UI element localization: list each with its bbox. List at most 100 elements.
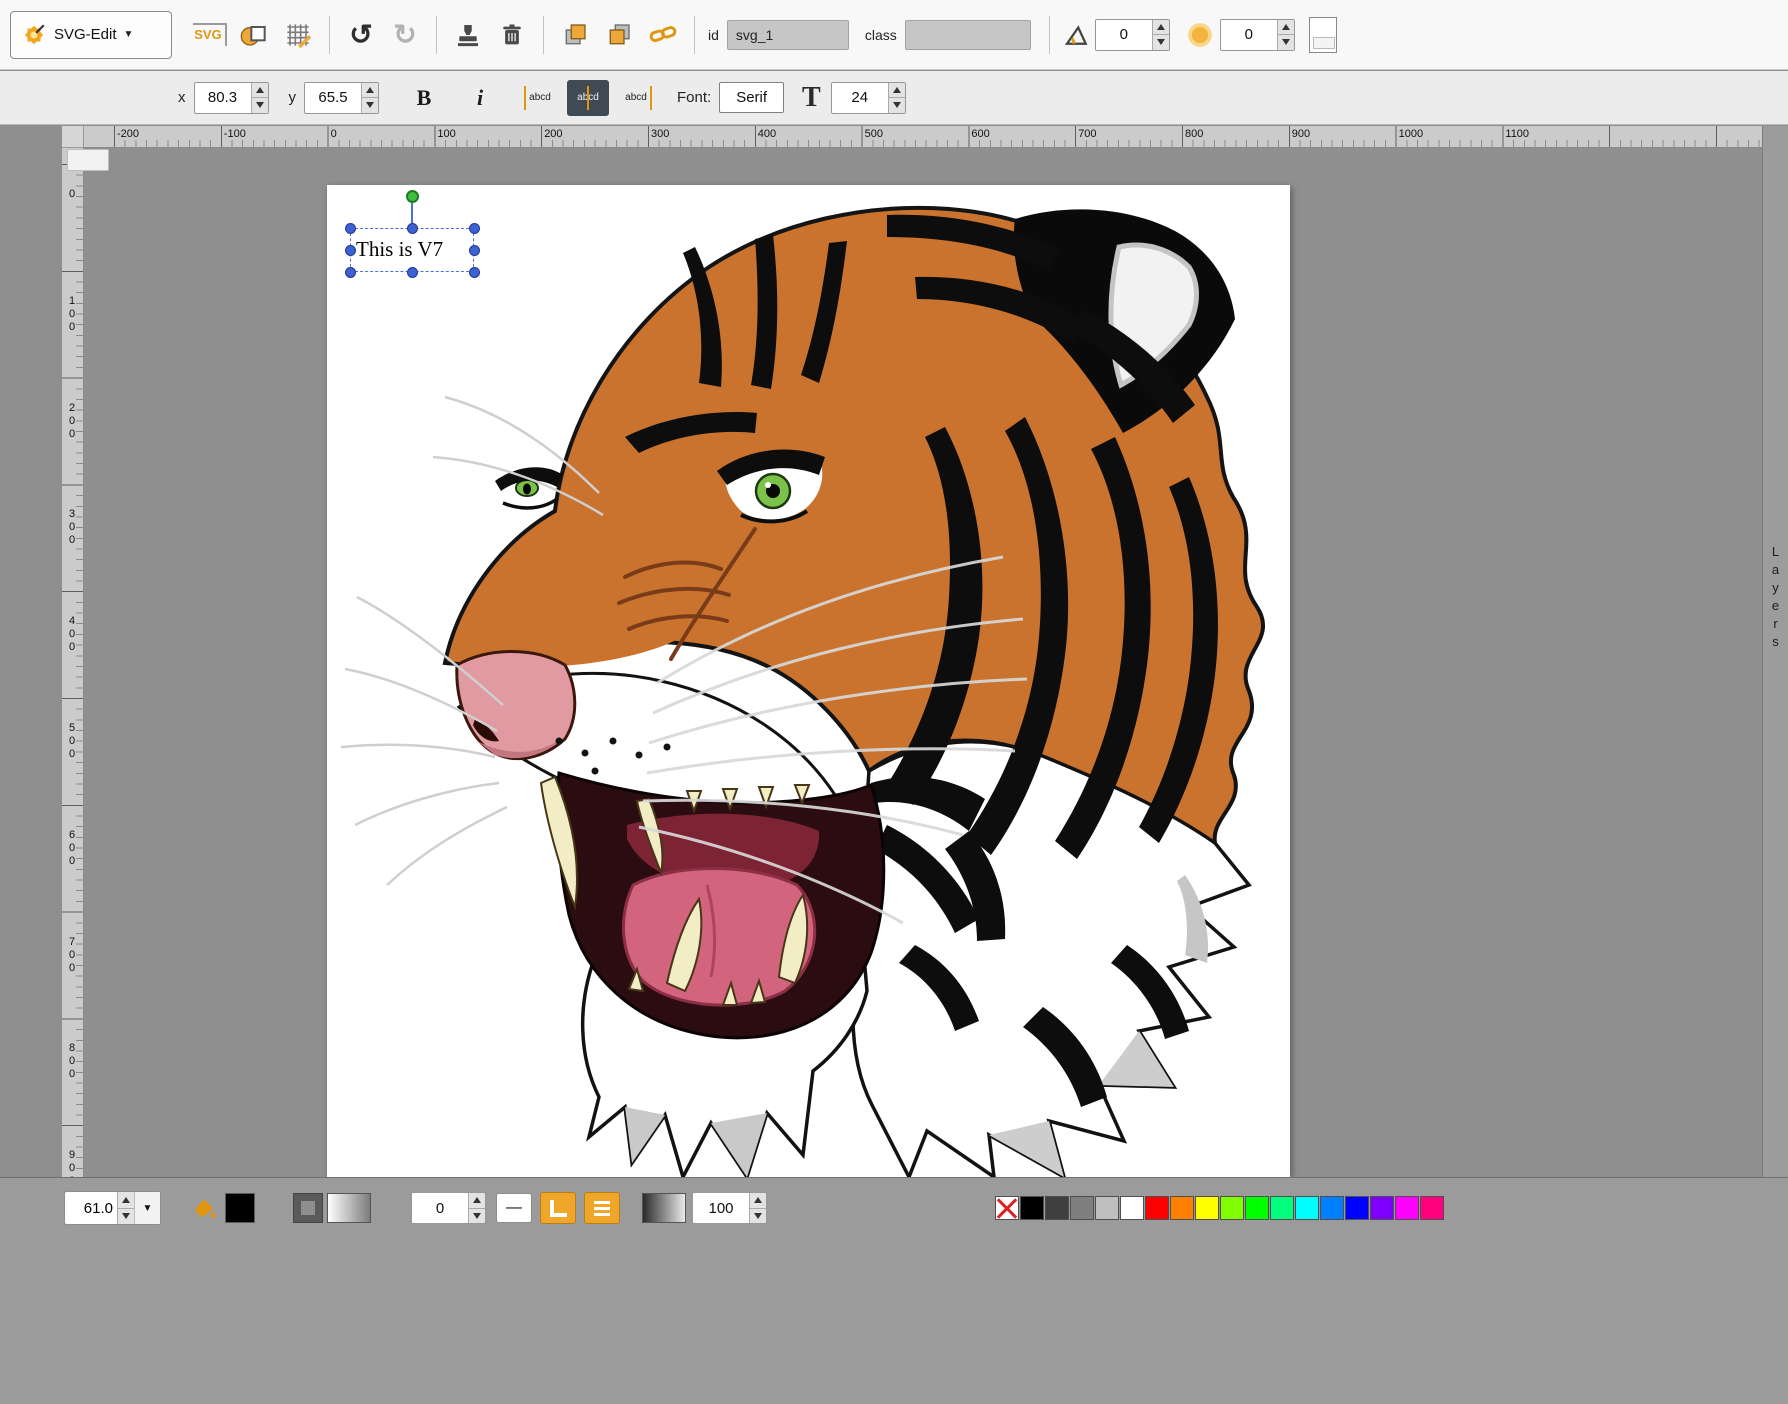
selection-handle-n[interactable]	[407, 223, 418, 234]
spin-up-button[interactable]	[252, 83, 268, 98]
spin-down-button[interactable]	[889, 97, 905, 113]
main-menu-button[interactable]: SVG-Edit ▼	[10, 11, 172, 59]
current-color-indicator[interactable]	[1309, 17, 1337, 53]
move-top-icon	[604, 20, 634, 50]
selection-handle-ne[interactable]	[469, 223, 480, 234]
palette-swatch[interactable]	[1045, 1196, 1069, 1220]
blur-field	[1220, 19, 1295, 51]
selection-handle-s[interactable]	[407, 267, 418, 278]
palette-swatch[interactable]	[1370, 1196, 1394, 1220]
spin-down-button[interactable]	[362, 97, 378, 113]
spin-up-button[interactable]	[362, 83, 378, 98]
ruler-top-label: 500	[865, 128, 883, 140]
grid-button[interactable]	[276, 13, 320, 57]
source-editor-button[interactable]: SVG	[188, 13, 232, 57]
fill-bucket-icon[interactable]	[189, 1193, 219, 1223]
palette-swatch[interactable]	[1320, 1196, 1344, 1220]
chevron-down-icon: ▼	[124, 29, 134, 40]
selection-handle-w[interactable]	[345, 245, 356, 256]
palette-swatch-none[interactable]	[995, 1196, 1019, 1220]
palette-swatch[interactable]	[1020, 1196, 1044, 1220]
palette-swatch[interactable]	[1120, 1196, 1144, 1220]
svg-canvas[interactable]: This is V7	[327, 185, 1290, 1177]
zoom-spinner	[117, 1192, 134, 1224]
spin-down-button[interactable]	[469, 1208, 485, 1224]
font-label: Font:	[677, 89, 711, 106]
spin-down-button[interactable]	[252, 97, 268, 113]
bold-button[interactable]: B	[403, 78, 445, 118]
ruler-top-label: 1100	[1505, 128, 1529, 140]
layers-panel-tab[interactable]: Layers	[1762, 126, 1788, 1177]
stroke-width-input[interactable]	[412, 1193, 468, 1223]
selection-handle-sw[interactable]	[345, 267, 356, 278]
spin-up-button[interactable]	[118, 1192, 134, 1208]
palette-swatch[interactable]	[1220, 1196, 1244, 1220]
palette-swatch[interactable]	[1395, 1196, 1419, 1220]
rotate-handle[interactable]	[406, 190, 419, 203]
palette-swatch[interactable]	[1270, 1196, 1294, 1220]
spin-down-button[interactable]	[1153, 34, 1169, 50]
opacity-spinner	[749, 1193, 766, 1223]
palette-swatch[interactable]	[1420, 1196, 1444, 1220]
move-to-bottom-button[interactable]	[553, 13, 597, 57]
svg-source-icon: SVG	[193, 23, 226, 46]
fill-color-swatch[interactable]	[225, 1193, 255, 1223]
stroke-dash-button[interactable]: —	[496, 1193, 532, 1223]
main-menu-label: SVG-Edit	[54, 26, 117, 43]
spin-up-button[interactable]	[469, 1193, 485, 1208]
text-anchor-middle-button[interactable]: abcd	[567, 80, 609, 116]
palette-swatch[interactable]	[1245, 1196, 1269, 1220]
spin-up-button[interactable]	[1278, 20, 1294, 35]
toolbar-separator	[543, 16, 544, 54]
selection-handle-e[interactable]	[469, 245, 480, 256]
italic-button[interactable]: i	[459, 78, 501, 118]
spin-down-button[interactable]	[750, 1208, 766, 1224]
linejoin-button[interactable]	[540, 1192, 576, 1224]
opacity-input[interactable]	[693, 1193, 749, 1223]
stroke-color-swatch[interactable]	[293, 1193, 323, 1223]
delete-button[interactable]	[490, 13, 534, 57]
zoom-dropdown-button[interactable]: ▼	[134, 1192, 160, 1224]
spin-up-button[interactable]	[750, 1193, 766, 1208]
tiger-image[interactable]	[327, 185, 1290, 1177]
opacity-gradient-swatch[interactable]	[642, 1193, 686, 1223]
redo-button[interactable]: ↻	[383, 13, 427, 57]
palette-swatch[interactable]	[1295, 1196, 1319, 1220]
undo-button[interactable]: ↺	[339, 13, 383, 57]
angle-input[interactable]	[1096, 20, 1152, 50]
palette-swatch[interactable]	[1345, 1196, 1369, 1220]
selection-handle-se[interactable]	[469, 267, 480, 278]
palette-swatch[interactable]	[1070, 1196, 1094, 1220]
wireframe-button[interactable]	[232, 13, 276, 57]
text-anchor-end-button[interactable]: abcd	[615, 80, 657, 116]
ruler-top-label: 400	[758, 128, 776, 140]
clone-button[interactable]	[446, 13, 490, 57]
palette-swatch[interactable]	[1145, 1196, 1169, 1220]
text-anchor-start-button[interactable]: abcd	[519, 80, 561, 116]
zoom-input[interactable]	[65, 1199, 117, 1218]
blur-input[interactable]	[1221, 20, 1277, 50]
spin-up-button[interactable]	[889, 83, 905, 98]
spin-down-button[interactable]	[1278, 34, 1294, 50]
palette-swatch[interactable]	[1170, 1196, 1194, 1220]
font-size-input[interactable]	[832, 83, 888, 113]
ruler-top-label: 800	[1185, 128, 1203, 140]
font-family-button[interactable]: Serif	[719, 82, 784, 113]
id-input[interactable]	[727, 20, 849, 50]
move-to-top-button[interactable]	[597, 13, 641, 57]
class-input[interactable]	[905, 20, 1031, 50]
spin-up-button[interactable]	[1153, 20, 1169, 35]
palette-swatch[interactable]	[1195, 1196, 1219, 1220]
selection-box	[350, 228, 474, 272]
y-input[interactable]	[305, 83, 361, 113]
opacity-field	[692, 1192, 767, 1224]
grid-icon	[282, 19, 314, 51]
palette-swatch[interactable]	[1095, 1196, 1119, 1220]
selection-handle-nw[interactable]	[345, 223, 356, 234]
make-link-button[interactable]	[641, 13, 685, 57]
ruler-top-label: 600	[971, 128, 989, 140]
linecap-button[interactable]	[584, 1192, 620, 1224]
x-input[interactable]	[195, 83, 251, 113]
spin-down-button[interactable]	[118, 1208, 134, 1225]
stroke-gradient-swatch[interactable]	[327, 1193, 371, 1223]
